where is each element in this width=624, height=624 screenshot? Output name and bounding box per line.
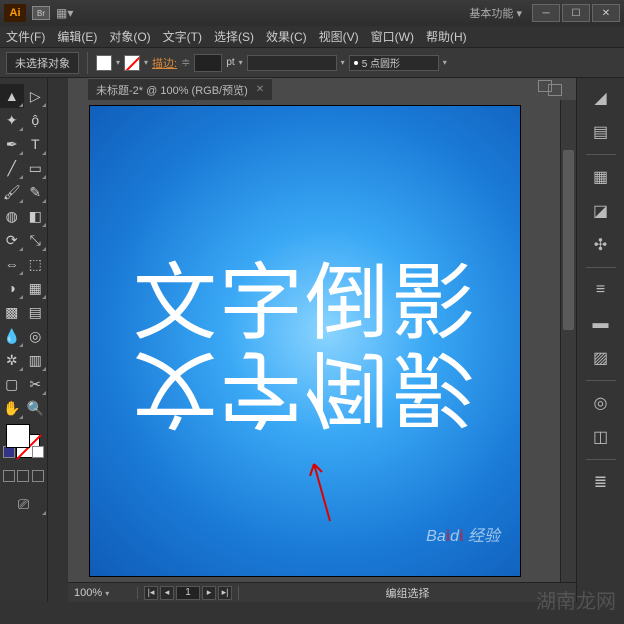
perspective-grid-tool[interactable]: ▦ [24,276,48,300]
panel-brushes-icon[interactable]: ◪ [587,199,615,223]
magic-wand-tool[interactable]: ✦ [0,108,24,132]
right-panel: ◢ ▤ ▦ ◪ ✣ ≡ ▬ ▨ ◎ ◫ ≣ [576,78,624,602]
document-tab[interactable]: 未标题-2* @ 100% (RGB/预览) ✕ [88,78,272,100]
prev-artboard-button[interactable]: ◂ [160,586,174,600]
panel-transparency-icon[interactable]: ▨ [587,346,615,370]
window-maximize-button[interactable]: ☐ [562,4,590,22]
slice-tool[interactable]: ✂ [24,372,48,396]
lasso-tool[interactable]: ộ [24,108,48,132]
menu-view[interactable]: 视图(V) [319,28,359,45]
menu-edit[interactable]: 编辑(E) [57,28,97,45]
draw-inside-button[interactable] [32,470,44,482]
stroke-swatch[interactable] [124,55,140,71]
panel-swatches-icon[interactable]: ▦ [587,165,615,189]
arrange-documents-icon[interactable] [548,84,562,96]
artwork-text-reflection: 文字倒影 [90,334,520,455]
bridge-badge[interactable]: Br [32,6,50,20]
brush-definition-select[interactable]: 5 点圆形 [349,55,439,71]
stroke-label[interactable]: 描边: [152,55,177,71]
panel-color-icon[interactable]: ◢ [587,86,615,110]
layout-arrange-icon[interactable]: ▦▾ [56,6,73,20]
panel-appearance-icon[interactable]: ◎ [587,391,615,415]
color-selector[interactable] [0,420,47,468]
status-mode: 编组选择 [239,585,576,601]
selection-status: 未选择对象 [6,52,79,74]
last-artboard-button[interactable]: ▸| [218,586,232,600]
canvas[interactable]: 文字倒影 文字倒影 Baidi 经验 [90,106,520,576]
blend-tool[interactable]: ◎ [24,324,48,348]
panel-symbols-icon[interactable]: ✣ [587,233,615,257]
selection-tool[interactable]: ▲ [0,84,24,108]
free-transform-tool[interactable]: ⬚ [24,252,48,276]
fill-swatch[interactable] [96,55,112,71]
fill-color[interactable] [6,424,30,448]
stroke-unit: pt [226,57,234,68]
type-tool[interactable]: T [24,132,48,156]
panel-layers-icon[interactable]: ≣ [587,470,615,494]
menu-file[interactable]: 文件(F) [6,28,45,45]
pencil-tool[interactable]: ✎ [24,180,48,204]
watermark-baidu: Baidi 经验 [426,522,500,546]
menu-type[interactable]: 文字(T) [163,28,202,45]
window-close-button[interactable]: ✕ [592,4,620,22]
none-mode-button[interactable] [32,446,44,458]
column-graph-tool[interactable]: ▥ [24,348,48,372]
blob-brush-tool[interactable]: ◍ [0,204,24,228]
options-bar: 未选择对象 ▾ ▾ 描边: ≑ pt▾ ▾ 5 点圆形 ▾ [0,48,624,78]
document-area: 未标题-2* @ 100% (RGB/预览) ✕ 文字倒影 文字倒影 Baidi… [68,78,576,602]
menu-help[interactable]: 帮助(H) [426,28,467,45]
workspace-label[interactable]: 基本功能 ▾ [469,5,522,21]
panel-graphicstyles-icon[interactable]: ◫ [587,425,615,449]
menu-effect[interactable]: 效果(C) [266,28,307,45]
menu-select[interactable]: 选择(S) [214,28,254,45]
zoom-tool[interactable]: 🔍 [24,396,48,420]
direct-selection-tool[interactable]: ▷ [24,84,48,108]
zoom-level[interactable]: 100% ▾ [68,587,138,599]
eraser-tool[interactable]: ◧ [24,204,48,228]
panel-stroke-icon[interactable]: ≡ [587,278,615,302]
shape-builder-tool[interactable]: ◑ [0,276,24,300]
rotate-tool[interactable]: ⟳ [0,228,24,252]
hand-tool[interactable]: ✋ [0,396,24,420]
tool-panel: ▲ ▷ ✦ ộ ✒ T ╱ ▭ 🖌 ✎ ◍ ◧ ⟳ ⤡ ⇔ ⬚ ◑ ▦ ▩ ▤ … [0,78,48,602]
main-menu: 文件(F) 编辑(E) 对象(O) 文字(T) 选择(S) 效果(C) 视图(V… [0,26,624,48]
scale-tool[interactable]: ⤡ [24,228,48,252]
app-logo: Ai [4,4,26,22]
annotation-arrow-icon [300,456,340,526]
stroke-profile-select[interactable] [247,55,337,71]
paintbrush-tool[interactable]: 🖌 [0,180,24,204]
line-tool[interactable]: ╱ [0,156,24,180]
window-minimize-button[interactable]: ─ [532,4,560,22]
draw-behind-button[interactable] [17,470,29,482]
next-artboard-button[interactable]: ▸ [202,586,216,600]
pen-tool[interactable]: ✒ [0,132,24,156]
width-tool[interactable]: ⇔ [0,252,24,276]
screen-mode-button[interactable]: ⎚ [0,492,47,516]
rectangle-tool[interactable]: ▭ [24,156,48,180]
vertical-scrollbar[interactable] [560,100,576,582]
eyedropper-tool[interactable]: 💧 [0,324,24,348]
tab-close-icon[interactable]: ✕ [256,84,264,95]
artboard-number-field[interactable]: 1 [176,586,200,600]
panel-colorguide-icon[interactable]: ▤ [587,120,615,144]
scrollbar-thumb[interactable] [563,150,574,330]
stroke-weight-field[interactable] [194,54,222,72]
menu-window[interactable]: 窗口(W) [371,28,414,45]
artboard-tool[interactable]: ▢ [0,372,24,396]
menu-object[interactable]: 对象(O) [109,28,150,45]
mesh-tool[interactable]: ▩ [0,300,24,324]
first-artboard-button[interactable]: |◂ [144,586,158,600]
symbol-sprayer-tool[interactable]: ✲ [0,348,24,372]
panel-gradient-icon[interactable]: ▬ [587,312,615,336]
gradient-tool[interactable]: ▤ [24,300,48,324]
tab-title: 未标题-2* @ 100% (RGB/预览) [96,82,248,98]
draw-normal-button[interactable] [3,470,15,482]
